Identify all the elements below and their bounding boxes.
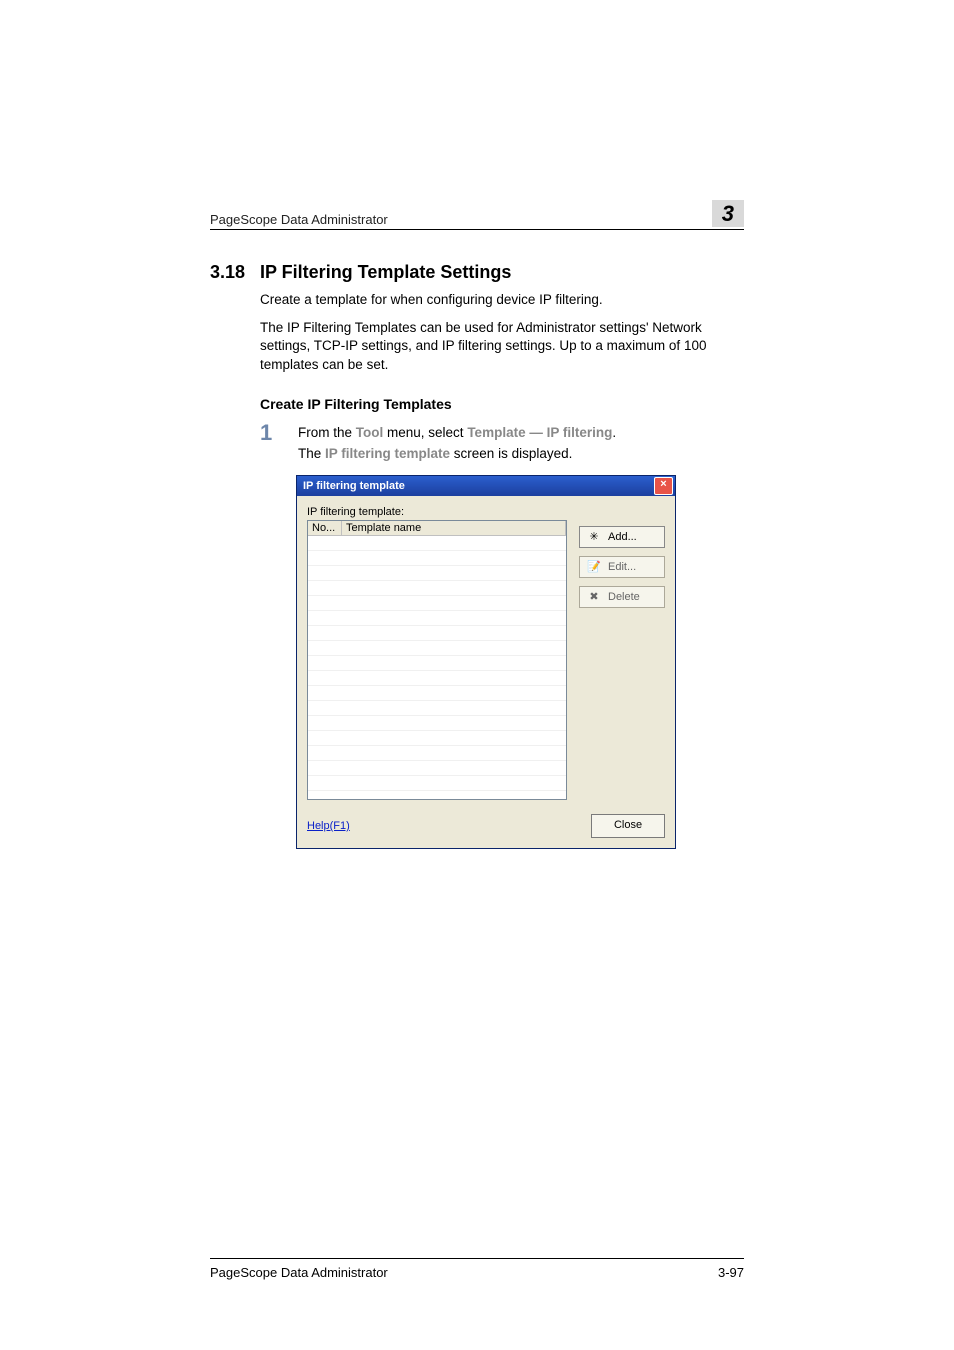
list-row[interactable] bbox=[308, 671, 566, 686]
dialog-titlebar[interactable]: IP filtering template × bbox=[297, 476, 675, 496]
list-label: IP filtering template: bbox=[307, 506, 665, 518]
menu-ip-filtering: IP filtering bbox=[547, 425, 613, 440]
result-screen-name: IP filtering template bbox=[325, 446, 450, 461]
header-title: PageScope Data Administrator bbox=[210, 212, 388, 227]
list-row[interactable] bbox=[308, 716, 566, 731]
delete-icon: ✖ bbox=[586, 590, 602, 604]
list-row[interactable] bbox=[308, 536, 566, 551]
list-row[interactable] bbox=[308, 596, 566, 611]
step-number: 1 bbox=[260, 422, 280, 465]
add-icon: ✳ bbox=[586, 530, 602, 544]
edit-icon: 📝 bbox=[586, 560, 602, 574]
list-row[interactable] bbox=[308, 626, 566, 641]
list-row[interactable] bbox=[308, 656, 566, 671]
chapter-number: 3 bbox=[722, 201, 734, 226]
list-row[interactable] bbox=[308, 551, 566, 566]
list-row[interactable] bbox=[308, 611, 566, 626]
subheading: Create IP Filtering Templates bbox=[260, 396, 744, 412]
intro-paragraph-1: Create a template for when configuring d… bbox=[260, 291, 744, 309]
edit-button[interactable]: 📝 Edit... bbox=[579, 556, 665, 578]
menu-template: Template bbox=[467, 425, 525, 440]
intro-paragraph-2: The IP Filtering Templates can be used f… bbox=[260, 319, 744, 374]
list-row[interactable] bbox=[308, 686, 566, 701]
body-text: Create a template for when configuring d… bbox=[260, 291, 744, 374]
list-row[interactable] bbox=[308, 791, 566, 796]
list-row[interactable] bbox=[308, 761, 566, 776]
list-rows bbox=[308, 536, 566, 796]
close-icon[interactable]: × bbox=[654, 477, 673, 495]
delete-button[interactable]: ✖ Delete bbox=[579, 586, 665, 608]
step-result: The IP filtering template screen is disp… bbox=[298, 443, 616, 465]
footer-page: 3-97 bbox=[718, 1265, 744, 1280]
step-1: 1 From the Tool menu, select Template — … bbox=[260, 422, 744, 465]
step-instruction: From the Tool menu, select Template — IP… bbox=[298, 422, 616, 444]
page-footer: PageScope Data Administrator 3-97 bbox=[210, 1258, 744, 1280]
help-link[interactable]: Help(F1) bbox=[307, 820, 350, 832]
section-heading: 3.18 IP Filtering Template Settings bbox=[210, 262, 744, 283]
dialog-title: IP filtering template bbox=[303, 480, 405, 492]
column-template-name[interactable]: Template name bbox=[342, 521, 566, 535]
menu-tool: Tool bbox=[356, 425, 384, 440]
list-row[interactable] bbox=[308, 581, 566, 596]
list-row[interactable] bbox=[308, 776, 566, 791]
section-title: IP Filtering Template Settings bbox=[260, 262, 511, 283]
close-button[interactable]: Close bbox=[591, 814, 665, 838]
footer-title: PageScope Data Administrator bbox=[210, 1265, 388, 1280]
column-no[interactable]: No... bbox=[308, 521, 342, 535]
ip-filtering-template-dialog: IP filtering template × IP filtering tem… bbox=[296, 475, 676, 849]
list-row[interactable] bbox=[308, 731, 566, 746]
template-listbox[interactable]: No... Template name bbox=[307, 520, 567, 800]
chapter-badge: 3 bbox=[712, 200, 744, 227]
page-header: PageScope Data Administrator 3 bbox=[210, 200, 744, 230]
list-row[interactable] bbox=[308, 701, 566, 716]
list-row[interactable] bbox=[308, 566, 566, 581]
list-row[interactable] bbox=[308, 641, 566, 656]
list-header: No... Template name bbox=[308, 521, 566, 536]
list-row[interactable] bbox=[308, 746, 566, 761]
section-number: 3.18 bbox=[210, 262, 246, 283]
add-button[interactable]: ✳ Add... bbox=[579, 526, 665, 548]
